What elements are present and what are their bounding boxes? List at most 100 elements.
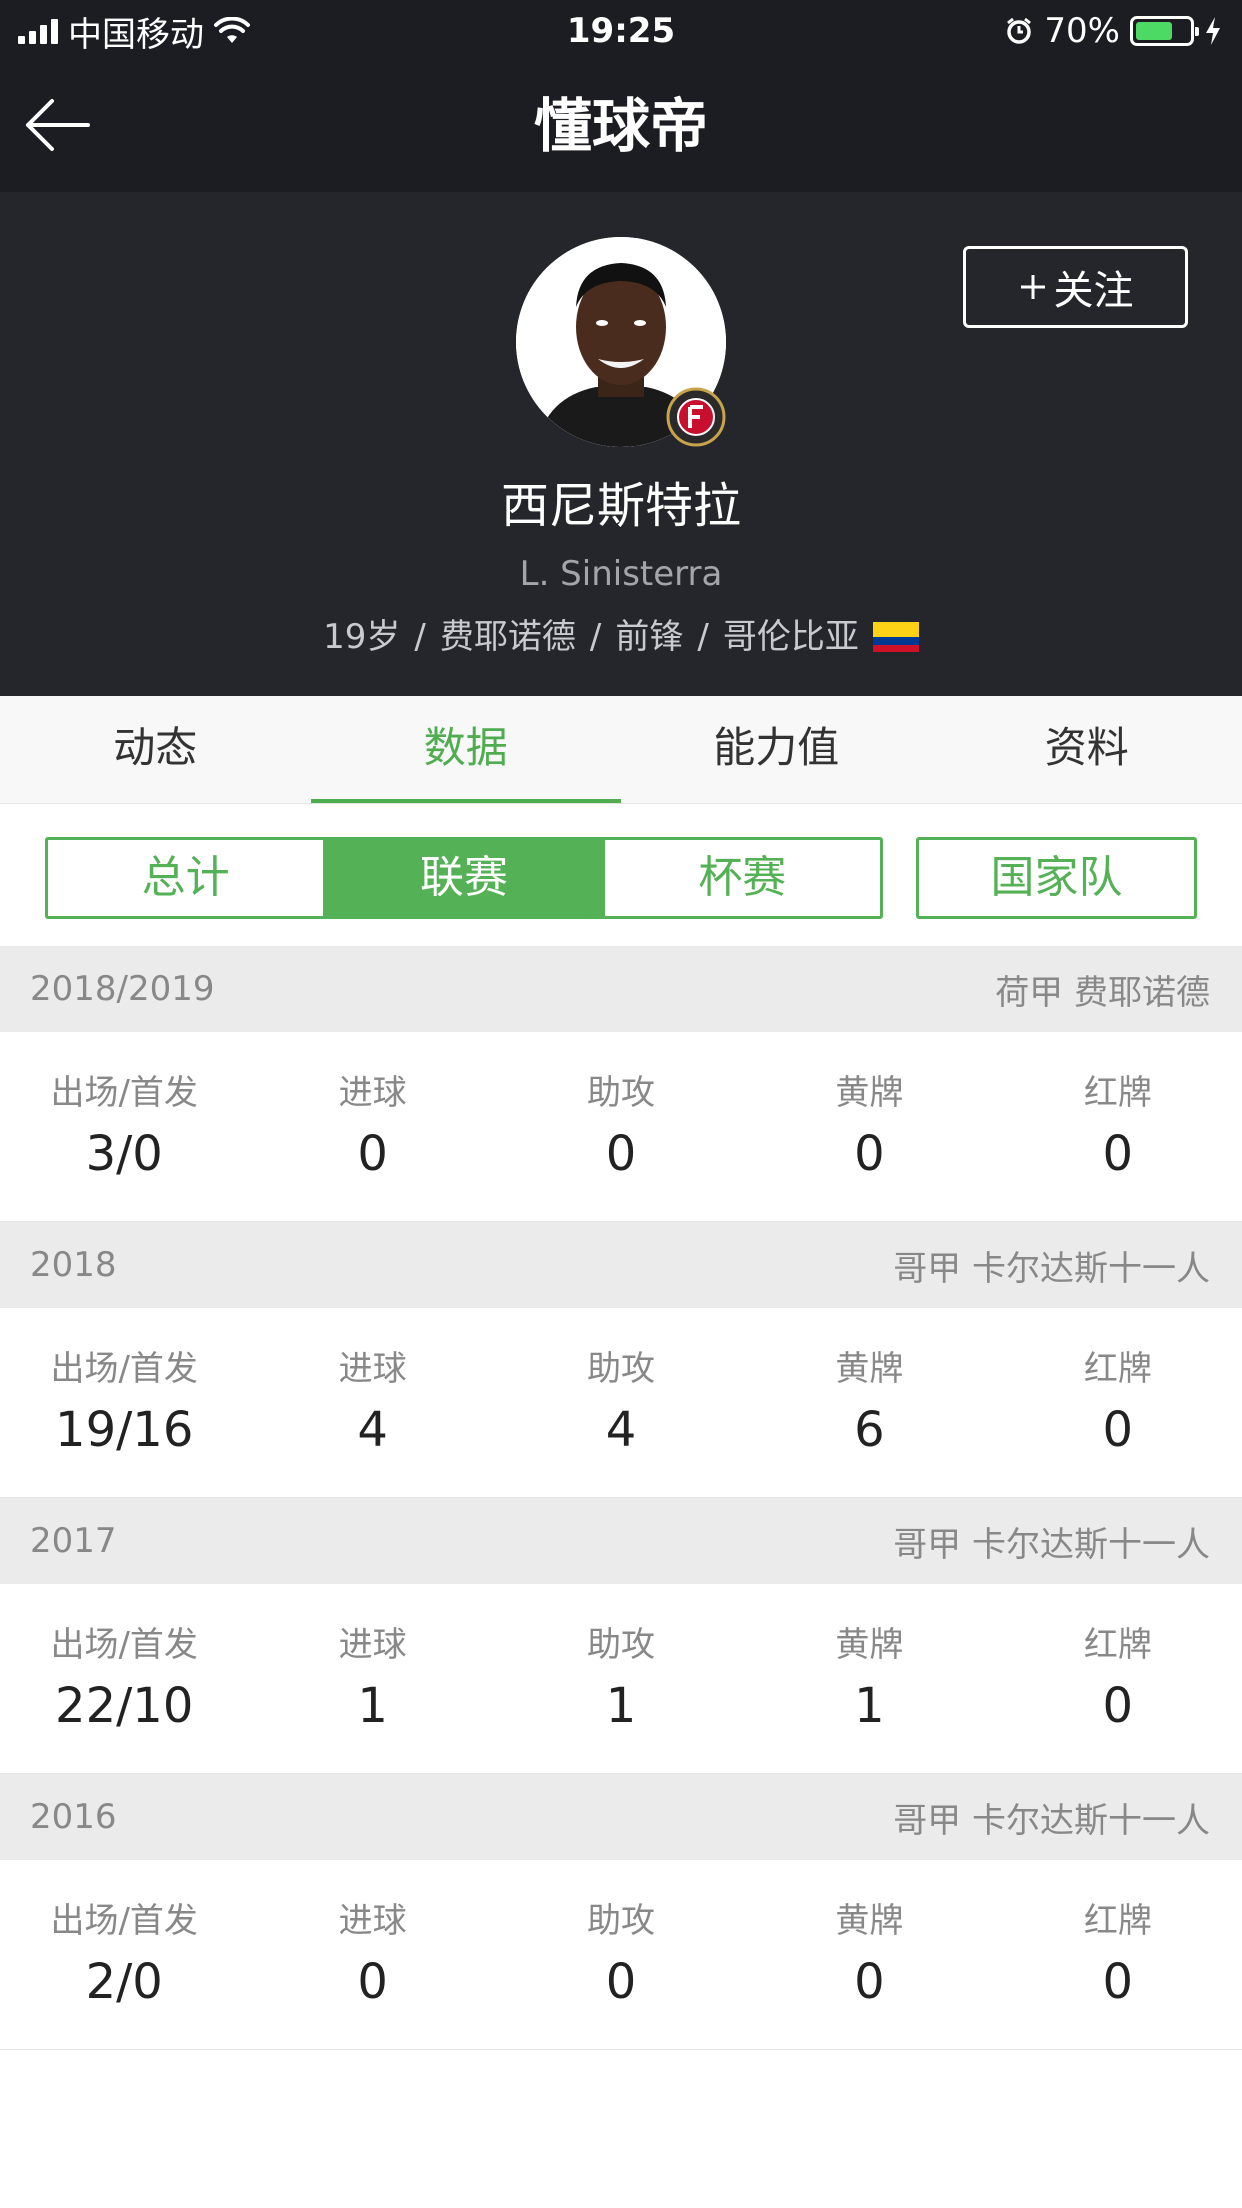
- stat-red-cards: 红牌 0: [994, 1032, 1242, 1221]
- player-age: 19岁: [323, 617, 401, 657]
- stat-goals: 进球 0: [248, 1860, 496, 2049]
- stat-yellow-cards: 黄牌 0: [745, 1860, 993, 2049]
- stat-label: 进球: [338, 1073, 407, 1113]
- player-position: 前锋: [615, 617, 684, 657]
- tab-data[interactable]: 数据: [310, 696, 622, 803]
- stat-value: 6: [854, 1402, 885, 1458]
- nav-title: 懂球帝: [533, 92, 708, 160]
- stat-goals: 进球 1: [248, 1584, 496, 1773]
- stat-value: 1: [357, 1678, 388, 1734]
- stat-label: 进球: [338, 1349, 407, 1389]
- stat-red-cards: 红牌 0: [994, 1308, 1242, 1497]
- season-year: 2018/2019: [30, 969, 215, 1009]
- club-badge-icon: [666, 387, 726, 447]
- nav-bar: 懂球帝: [0, 62, 1242, 192]
- stat-goals: 进球 4: [248, 1308, 496, 1497]
- stat-label: 黄牌: [835, 1625, 904, 1665]
- battery-percent: 70%: [1044, 11, 1120, 51]
- stat-label: 红牌: [1083, 1625, 1152, 1665]
- stat-value: 0: [854, 1954, 885, 2010]
- season-league: 哥甲 卡尔达斯十一人: [893, 1524, 1210, 1565]
- segment-total[interactable]: 总计: [48, 840, 323, 916]
- season-year: 2018: [30, 1245, 117, 1285]
- season-stats-row: 出场/首发 22/10 进球 1 助攻 1 黄牌 1 红牌 0: [0, 1584, 1242, 1774]
- stat-red-cards: 红牌 0: [994, 1860, 1242, 2049]
- tab-ability[interactable]: 能力值: [621, 696, 932, 803]
- charging-bolt-icon: [1206, 17, 1220, 45]
- stat-value: 0: [1102, 1954, 1134, 2010]
- season-year: 2016: [30, 1797, 117, 1837]
- stat-label: 红牌: [1083, 1901, 1152, 1941]
- season-league: 哥甲 卡尔达斯十一人: [893, 1248, 1210, 1289]
- stat-label: 出场/首发: [50, 1625, 198, 1665]
- season-league: 荷甲 费耶诺德: [995, 972, 1210, 1013]
- stat-value: 0: [357, 1126, 388, 1182]
- season-header: 2017 哥甲 卡尔达斯十一人: [0, 1498, 1242, 1584]
- player-club: 费耶诺德: [439, 617, 576, 657]
- stat-yellow-cards: 黄牌 1: [745, 1584, 993, 1773]
- season-header: 2018/2019 荷甲 费耶诺德: [0, 946, 1242, 1032]
- stat-label: 红牌: [1083, 1349, 1152, 1389]
- tab-profile[interactable]: 资料: [932, 696, 1242, 803]
- player-header: 关注 西尼斯特拉 L. Sinisterra 19岁 / 费耶诺德 / 前锋 /…: [0, 192, 1242, 696]
- season-stats-row: 出场/首发 19/16 进球 4 助攻 4 黄牌 6 红牌 0: [0, 1308, 1242, 1498]
- stat-value: 0: [605, 1954, 637, 2010]
- segment-league[interactable]: 联赛: [323, 840, 602, 916]
- stat-label: 黄牌: [835, 1073, 904, 1113]
- stat-assists: 助攻 4: [497, 1308, 745, 1497]
- stat-label: 助攻: [587, 1625, 656, 1665]
- plus-icon: [1020, 275, 1045, 299]
- stat-value: 0: [357, 1954, 388, 2010]
- stat-value: 3/0: [85, 1126, 163, 1182]
- season-stats-row: 出场/首发 3/0 进球 0 助攻 0 黄牌 0 红牌 0: [0, 1032, 1242, 1222]
- stat-label: 助攻: [587, 1349, 656, 1389]
- stat-value: 0: [1102, 1126, 1134, 1182]
- stat-label: 进球: [338, 1901, 407, 1941]
- stat-value: 1: [854, 1678, 885, 1734]
- player-meta: 19岁 / 费耶诺德 / 前锋 / 哥伦比亚: [0, 612, 1242, 662]
- season-stats-list: 2018/2019 荷甲 费耶诺德出场/首发 3/0 进球 0 助攻 0 黄牌 0 红牌 0 2018…: [0, 946, 1242, 2050]
- season-header: 2018 哥甲 卡尔达斯十一人: [0, 1222, 1242, 1308]
- season-league: 哥甲 卡尔达斯十一人: [893, 1800, 1210, 1841]
- player-tabs: 动态 数据 能力值 资料: [0, 696, 1242, 804]
- stat-value: 4: [605, 1402, 637, 1458]
- season-year: 2017: [30, 1521, 117, 1561]
- stat-label: 助攻: [587, 1901, 656, 1941]
- stat-value: 22/10: [55, 1678, 194, 1734]
- stat-label: 出场/首发: [50, 1073, 198, 1113]
- stat-value: 2/0: [85, 1954, 163, 2010]
- stat-label: 黄牌: [835, 1901, 904, 1941]
- stat-value: 0: [1102, 1678, 1134, 1734]
- follow-label: 关注: [1053, 268, 1134, 314]
- national-team-button[interactable]: 国家队: [916, 837, 1197, 919]
- stat-label: 进球: [338, 1625, 407, 1665]
- colombia-flag-icon: [872, 622, 919, 652]
- stat-value: 19/16: [55, 1402, 194, 1458]
- stat-label: 助攻: [587, 1073, 656, 1113]
- stat-appearances-starts: 出场/首发 2/0: [0, 1860, 248, 2049]
- status-bar: 中国移动 19:25 70%: [0, 0, 1242, 62]
- stat-assists: 助攻 0: [497, 1032, 745, 1221]
- stat-assists: 助攻 0: [497, 1860, 745, 2049]
- stat-yellow-cards: 黄牌 0: [745, 1032, 993, 1221]
- follow-button[interactable]: 关注: [963, 246, 1188, 328]
- player-name: 西尼斯特拉: [500, 478, 741, 534]
- stat-label: 出场/首发: [50, 1349, 198, 1389]
- stat-label: 出场/首发: [50, 1901, 198, 1941]
- stat-value: 0: [1102, 1402, 1134, 1458]
- segment-cup[interactable]: 杯赛: [601, 840, 880, 916]
- stat-value: 0: [854, 1126, 885, 1182]
- stat-appearances-starts: 出场/首发 3/0: [0, 1032, 248, 1221]
- tab-news[interactable]: 动态: [0, 696, 311, 803]
- stats-filter: 总计 联赛 杯赛 国家队: [0, 804, 1242, 946]
- season-stats-row: 出场/首发 2/0 进球 0 助攻 0 黄牌 0 红牌 0: [0, 1860, 1242, 2050]
- stat-assists: 助攻 1: [497, 1584, 745, 1773]
- stat-value: 0: [605, 1126, 637, 1182]
- status-right: 70%: [1004, 10, 1222, 52]
- stat-appearances-starts: 出场/首发 19/16: [0, 1308, 248, 1497]
- competition-segment: 总计 联赛 杯赛: [45, 837, 883, 919]
- stat-label: 红牌: [1083, 1073, 1152, 1113]
- meta-separator: /: [414, 617, 426, 657]
- meta-separator: /: [697, 617, 709, 657]
- battery-fill: [1136, 22, 1173, 40]
